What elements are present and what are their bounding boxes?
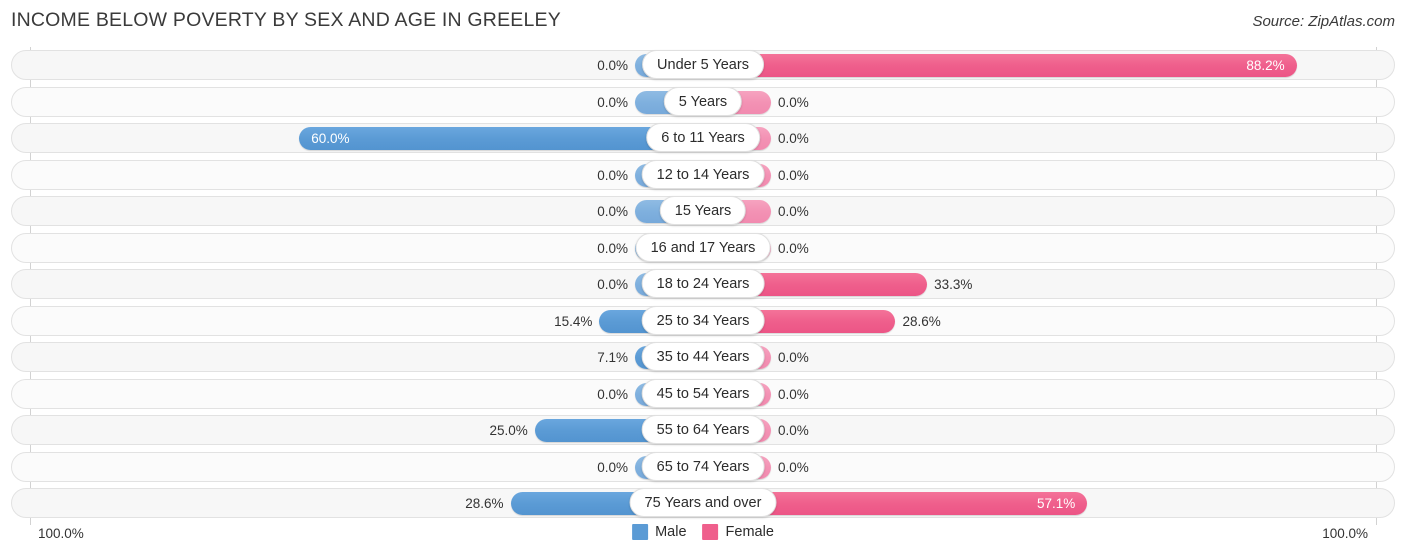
age-group-label: 15 Years [659,196,747,225]
legend-label: Male [655,524,687,540]
bar-value-female: 28.6% [902,313,941,329]
bar-value-female: 0.0% [778,386,809,402]
table-row[interactable]: 0.0% 88.2% Under 5 Years [0,47,1406,84]
page-title: INCOME BELOW POVERTY BY SEX AND AGE IN G… [11,9,561,31]
square-swatch-icon [702,524,719,540]
bar-value-male: 0.0% [597,204,628,219]
bar-value-male: 60.0% [311,131,350,146]
age-group-label: 65 to 74 Years [641,451,765,481]
bar-value-male: 0.0% [597,277,628,292]
age-group-label: 6 to 11 Years [646,123,760,152]
bar-value-female: 0.0% [778,350,809,365]
bar-value-male: 28.6% [465,496,504,511]
legend-item-male[interactable]: Male [632,524,687,540]
age-group-label: 45 to 54 Years [641,378,765,408]
bar-value-female: 0.0% [778,240,809,256]
age-group-label: 16 and 17 Years [635,232,771,262]
table-row[interactable]: 0.0% 0.0% 15 Years [0,193,1406,230]
bar-value-male: 25.0% [489,423,528,438]
bar-value-female: 57.1% [1037,496,1076,511]
age-group-label: 35 to 44 Years [641,342,765,371]
table-row[interactable]: 15.4% 28.6% 25 to 34 Years [0,303,1406,340]
square-swatch-icon [632,524,649,540]
age-group-label: Under 5 Years [642,50,764,79]
age-group-label: 12 to 14 Years [641,159,765,189]
bar-value-male: 0.0% [597,58,628,73]
bar-value-male: 0.0% [597,386,628,402]
bar-value-female: 0.0% [778,131,809,146]
age-group-label: 5 Years [663,86,743,116]
axis-label-right: 100.0% [1322,526,1368,541]
bar-value-male: 15.4% [554,313,593,329]
table-row[interactable]: 60.0% 0.0% 6 to 11 Years [0,120,1406,157]
source-attribution: Source: ZipAtlas.com [1252,13,1395,30]
table-row[interactable]: 0.0% 33.3% 18 to 24 Years [0,266,1406,303]
bar-rows-container: 0.0% 88.2% Under 5 Years 0.0% 0.0% 5 Years 60.… [0,47,1406,522]
table-row[interactable]: 0.0% 0.0% 65 to 74 Years [0,449,1406,486]
bar-value-female: 0.0% [778,423,809,438]
bar-value-female: 0.0% [778,94,809,110]
table-row[interactable]: 0.0% 0.0% 16 and 17 Years [0,230,1406,267]
table-row[interactable]: 25.0% 0.0% 55 to 64 Years [0,412,1406,449]
bar-value-female: 0.0% [778,167,809,183]
bar-female[interactable] [703,54,1297,77]
axis-label-left: 100.0% [38,526,84,541]
age-group-label: 55 to 64 Years [641,415,765,444]
plot-area: 0.0% 88.2% Under 5 Years 0.0% 0.0% 5 Years 60.… [0,47,1406,525]
bar-value-female: 0.0% [778,459,809,475]
bar-value-male: 0.0% [597,94,628,110]
bar-value-female: 0.0% [778,204,809,219]
bar-value-male: 0.0% [597,167,628,183]
table-row[interactable]: 28.6% 57.1% 75 Years and over [0,485,1406,522]
table-row[interactable]: 0.0% 0.0% 12 to 14 Years [0,157,1406,194]
bar-value-female: 33.3% [934,277,973,292]
bar-value-male: 0.0% [597,240,628,256]
age-group-label: 75 Years and over [629,488,777,517]
legend-item-female[interactable]: Female [702,524,774,540]
chart-legend: Male Female [632,524,774,540]
chart-footer: 100.0% 100.0% Male Female [0,523,1406,559]
table-row[interactable]: 7.1% 0.0% 35 to 44 Years [0,339,1406,376]
table-row[interactable]: 0.0% 0.0% 45 to 54 Years [0,376,1406,413]
age-group-label: 25 to 34 Years [641,305,765,335]
bar-value-female: 88.2% [1246,58,1285,73]
age-group-label: 18 to 24 Years [641,269,765,298]
table-row[interactable]: 0.0% 0.0% 5 Years [0,84,1406,121]
bar-male[interactable] [299,127,703,150]
chart-page: INCOME BELOW POVERTY BY SEX AND AGE IN G… [0,0,1406,559]
bar-value-male: 7.1% [597,350,628,365]
legend-label: Female [725,524,774,540]
bar-value-male: 0.0% [597,459,628,475]
